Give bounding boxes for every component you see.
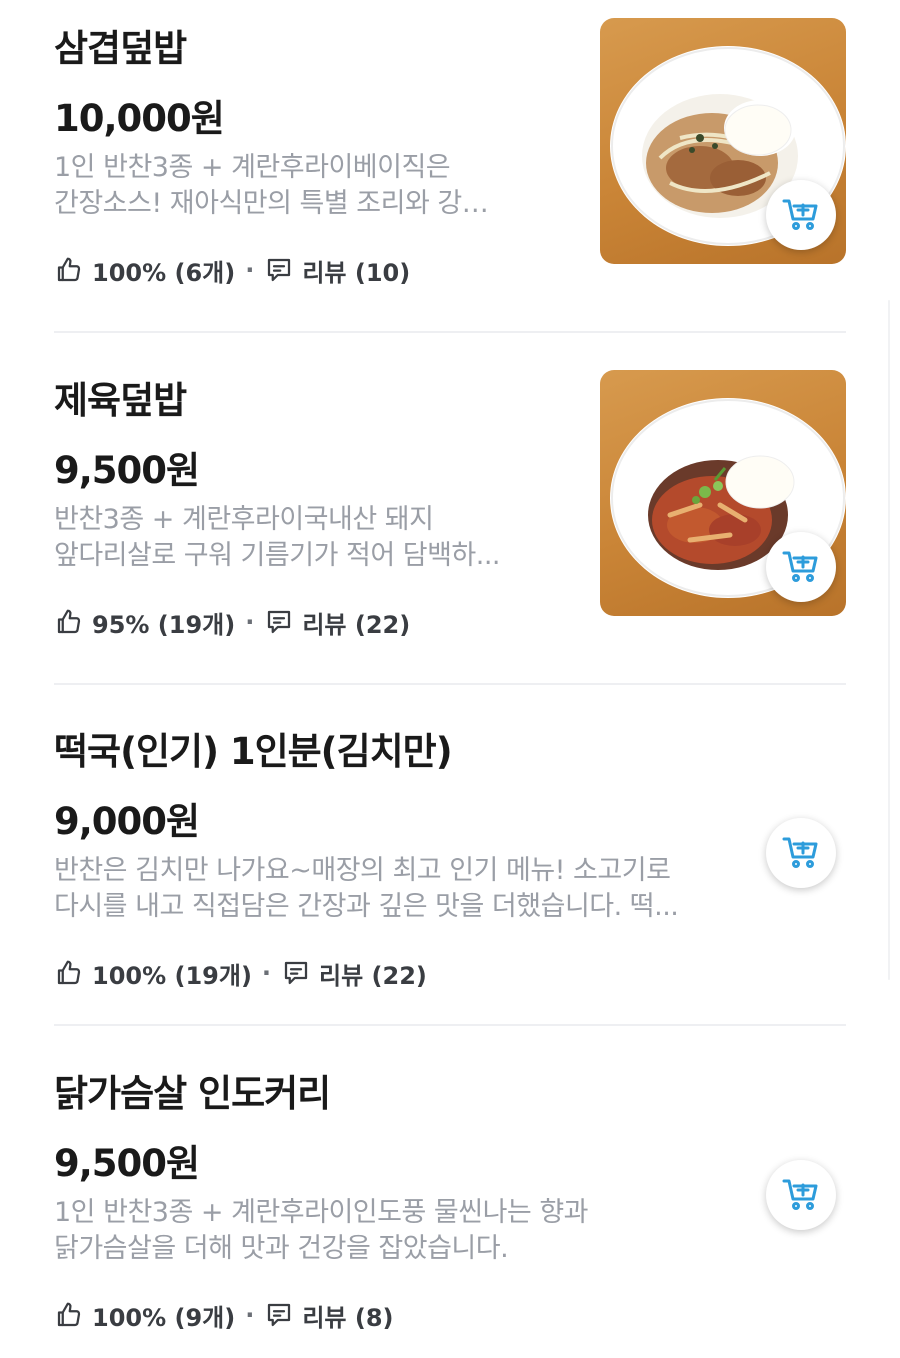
menu-item-name: 떡국(인기) 1인분(김치만) [54, 730, 453, 773]
menu-item-price: 9,500원 [54, 1142, 200, 1185]
separator-dot: · [245, 608, 255, 636]
rating-text: 95% (19개) [92, 610, 236, 639]
rating-text: 100% (9개) [92, 1303, 236, 1332]
description-line: 반찬은 김치만 나가요~매장의 최고 인기 메뉴! 소고기로 [54, 855, 671, 886]
chat-bubble-icon [264, 1300, 294, 1330]
thumbs-up-icon [54, 607, 84, 637]
separator-dot: · [261, 959, 272, 987]
rating-text: 100% (19개) [92, 961, 252, 990]
separator-dot: · [245, 1301, 255, 1329]
chat-bubble-icon [264, 255, 294, 285]
cart-add-icon [782, 551, 818, 582]
menu-item-description: 반찬은 김치만 나가요~매장의 최고 인기 메뉴! 소고기로 다시를 내고 직접… [54, 853, 679, 925]
menu-item-stats: 100% (19개) · 리뷰 (22) [54, 955, 427, 991]
menu-item-price: 10,000원 [54, 97, 225, 140]
menu-item-jeyuk-deopbap[interactable]: 제육덮밥 9,500원 반찬3종 + 계란후라이국내산 돼지 앞다리살로 구워 … [0, 352, 900, 682]
cart-add-icon [782, 199, 818, 230]
cart-add-icon [782, 1179, 818, 1210]
menu-item-tteokguk[interactable]: 떡국(인기) 1인분(김치만) 9,000원 반찬은 김치만 나가요~매장의 최… [0, 703, 900, 1033]
chat-bubble-icon [264, 607, 294, 637]
add-to-cart-button[interactable] [766, 1160, 836, 1230]
menu-item-stats: 95% (19개) · 리뷰 (22) [54, 604, 410, 640]
menu-item-price: 9,500원 [54, 449, 200, 492]
separator-dot: · [245, 256, 255, 284]
menu-item-description: 1인 반찬3종 + 계란후라이베이직은 간장소스! 재아식만의 특별 조리와 강… [54, 150, 489, 222]
divider [54, 331, 846, 333]
review-count[interactable]: 리뷰 (22) [302, 605, 410, 640]
menu-item-name: 닭가슴살 인도커리 [54, 1072, 331, 1115]
rating-text: 100% (6개) [92, 258, 236, 287]
menu-item-stats: 100% (9개) · 리뷰 (8) [54, 1297, 394, 1333]
menu-item-samgyeop-deopbap[interactable]: 삼겹덮밥 10,000원 1인 반찬3종 + 계란후라이베이직은 간장소스! 재… [0, 0, 900, 330]
menu-item-description: 반찬3종 + 계란후라이국내산 돼지 앞다리살로 구워 기름기가 적어 담백하.… [54, 502, 501, 574]
description-line: 1인 반찬3종 + 계란후라이베이직은 [54, 152, 451, 183]
chat-bubble-icon [281, 958, 311, 988]
review-count[interactable]: 리뷰 (22) [319, 956, 427, 991]
description-line: 반찬3종 + 계란후라이국내산 돼지 [54, 504, 434, 535]
review-count[interactable]: 리뷰 (8) [302, 1298, 393, 1333]
menu-item-chicken-curry[interactable]: 닭가슴살 인도커리 9,500원 1인 반찬3종 + 계란후라이인도풍 물씬나는… [0, 1045, 900, 1358]
thumbs-up-icon [54, 958, 84, 988]
description-line: 앞다리살로 구워 기름기가 적어 담백하... [54, 540, 501, 571]
description-line: 닭가슴살을 더해 맛과 건강을 잡았습니다. [54, 1233, 509, 1264]
add-to-cart-button[interactable] [766, 532, 836, 602]
add-to-cart-button[interactable] [766, 180, 836, 250]
thumbs-up-icon [54, 1300, 84, 1330]
thumbs-up-icon [54, 255, 84, 285]
menu-item-name: 삼겹덮밥 [54, 27, 187, 70]
menu-list: 삼겹덮밥 10,000원 1인 반찬3종 + 계란후라이베이직은 간장소스! 재… [0, 0, 900, 1358]
divider [54, 683, 846, 685]
menu-item-price: 9,000원 [54, 800, 200, 843]
description-line: 간장소스! 재아식만의 특별 조리와 강… [54, 188, 489, 219]
add-to-cart-button[interactable] [766, 818, 836, 888]
menu-item-stats: 100% (6개) · 리뷰 (10) [54, 252, 410, 288]
divider [54, 1024, 846, 1026]
menu-item-name: 제육덮밥 [54, 379, 187, 422]
review-count[interactable]: 리뷰 (10) [302, 253, 410, 288]
cart-add-icon [782, 837, 818, 868]
description-line: 다시를 내고 직접담은 간장과 깊은 맛을 더했습니다. 떡... [54, 891, 679, 922]
menu-item-description: 1인 반찬3종 + 계란후라이인도풍 물씬나는 향과 닭가슴살을 더해 맛과 건… [54, 1195, 589, 1267]
description-line: 1인 반찬3종 + 계란후라이인도풍 물씬나는 향과 [54, 1197, 589, 1228]
